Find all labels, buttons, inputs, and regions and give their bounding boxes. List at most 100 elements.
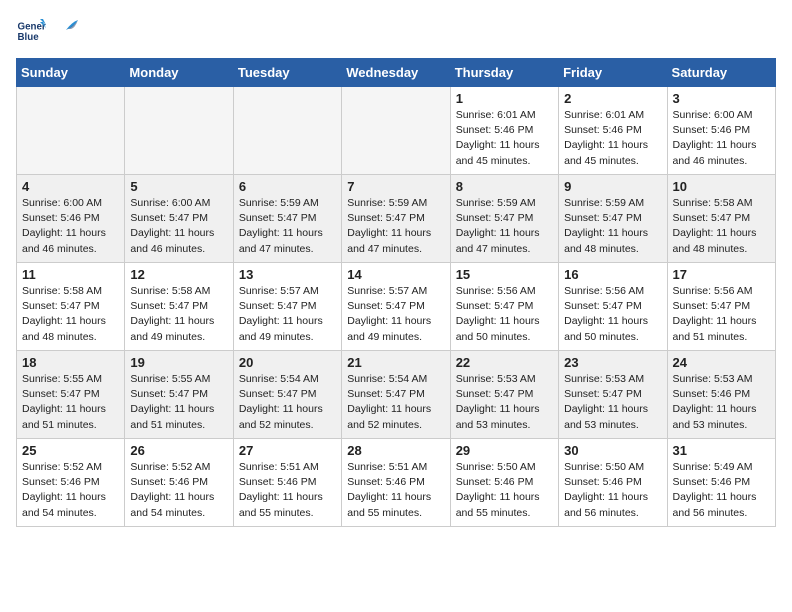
weekday-header-thursday: Thursday bbox=[450, 59, 558, 87]
day-number: 5 bbox=[130, 179, 227, 194]
day-number: 10 bbox=[673, 179, 770, 194]
day-info: Sunrise: 6:00 AM Sunset: 5:46 PM Dayligh… bbox=[673, 108, 770, 169]
week-row-5: 25 Sunrise: 5:52 AM Sunset: 5:46 PM Dayli… bbox=[17, 439, 776, 527]
week-row-2: 4 Sunrise: 6:00 AM Sunset: 5:46 PM Daylig… bbox=[17, 175, 776, 263]
calendar-cell: 6 Sunrise: 5:59 AM Sunset: 5:47 PM Daylig… bbox=[233, 175, 341, 263]
day-number: 6 bbox=[239, 179, 336, 194]
day-number: 9 bbox=[564, 179, 661, 194]
day-number: 31 bbox=[673, 443, 770, 458]
weekday-header-row: SundayMondayTuesdayWednesdayThursdayFrid… bbox=[17, 59, 776, 87]
week-row-1: 1 Sunrise: 6:01 AM Sunset: 5:46 PM Daylig… bbox=[17, 87, 776, 175]
calendar-cell: 15 Sunrise: 5:56 AM Sunset: 5:47 PM Dayli… bbox=[450, 263, 558, 351]
calendar-cell: 17 Sunrise: 5:56 AM Sunset: 5:47 PM Dayli… bbox=[667, 263, 775, 351]
day-number: 2 bbox=[564, 91, 661, 106]
calendar-cell: 4 Sunrise: 6:00 AM Sunset: 5:46 PM Daylig… bbox=[17, 175, 125, 263]
calendar-cell: 14 Sunrise: 5:57 AM Sunset: 5:47 PM Dayli… bbox=[342, 263, 450, 351]
day-info: Sunrise: 5:56 AM Sunset: 5:47 PM Dayligh… bbox=[456, 284, 553, 345]
day-info: Sunrise: 5:53 AM Sunset: 5:47 PM Dayligh… bbox=[456, 372, 553, 433]
calendar-cell: 23 Sunrise: 5:53 AM Sunset: 5:47 PM Dayli… bbox=[559, 351, 667, 439]
day-info: Sunrise: 5:53 AM Sunset: 5:46 PM Dayligh… bbox=[673, 372, 770, 433]
logo: General Blue bbox=[16, 16, 78, 46]
calendar-cell: 28Sunrise: 5:51 AM Sunset: 5:46 PM Dayli… bbox=[342, 439, 450, 527]
week-row-3: 11 Sunrise: 5:58 AM Sunset: 5:47 PM Dayli… bbox=[17, 263, 776, 351]
calendar-cell: 26 Sunrise: 5:52 AM Sunset: 5:46 PM Dayli… bbox=[125, 439, 233, 527]
day-number: 4 bbox=[22, 179, 119, 194]
calendar-cell: 25 Sunrise: 5:52 AM Sunset: 5:46 PM Dayli… bbox=[17, 439, 125, 527]
day-info: Sunrise: 5:56 AM Sunset: 5:47 PM Dayligh… bbox=[564, 284, 661, 345]
day-info: Sunrise: 5:50 AM Sunset: 5:46 PM Dayligh… bbox=[564, 460, 661, 521]
calendar-cell: 20 Sunrise: 5:54 AM Sunset: 5:47 PM Dayli… bbox=[233, 351, 341, 439]
day-info: Sunrise: 5:53 AM Sunset: 5:47 PM Dayligh… bbox=[564, 372, 661, 433]
day-info: Sunrise: 5:59 AM Sunset: 5:47 PM Dayligh… bbox=[239, 196, 336, 257]
calendar-cell: 29Sunrise: 5:50 AM Sunset: 5:46 PM Dayli… bbox=[450, 439, 558, 527]
day-number: 11 bbox=[22, 267, 119, 282]
day-number: 26 bbox=[130, 443, 227, 458]
svg-text:Blue: Blue bbox=[18, 32, 40, 43]
calendar-cell: 24Sunrise: 5:53 AM Sunset: 5:46 PM Dayli… bbox=[667, 351, 775, 439]
day-info: Sunrise: 5:58 AM Sunset: 5:47 PM Dayligh… bbox=[130, 284, 227, 345]
calendar-table: SundayMondayTuesdayWednesdayThursdayFrid… bbox=[16, 58, 776, 527]
calendar-cell: 5Sunrise: 6:00 AM Sunset: 5:47 PM Daylig… bbox=[125, 175, 233, 263]
day-info: Sunrise: 5:59 AM Sunset: 5:47 PM Dayligh… bbox=[347, 196, 444, 257]
day-info: Sunrise: 5:58 AM Sunset: 5:47 PM Dayligh… bbox=[22, 284, 119, 345]
day-info: Sunrise: 5:57 AM Sunset: 5:47 PM Dayligh… bbox=[239, 284, 336, 345]
weekday-header-monday: Monday bbox=[125, 59, 233, 87]
calendar-cell: 8Sunrise: 5:59 AM Sunset: 5:47 PM Daylig… bbox=[450, 175, 558, 263]
day-number: 3 bbox=[673, 91, 770, 106]
day-info: Sunrise: 5:56 AM Sunset: 5:47 PM Dayligh… bbox=[673, 284, 770, 345]
day-number: 1 bbox=[456, 91, 553, 106]
day-number: 25 bbox=[22, 443, 119, 458]
calendar-cell: 31Sunrise: 5:49 AM Sunset: 5:46 PM Dayli… bbox=[667, 439, 775, 527]
logo-icon: General Blue bbox=[16, 16, 46, 46]
day-info: Sunrise: 5:52 AM Sunset: 5:46 PM Dayligh… bbox=[130, 460, 227, 521]
day-number: 20 bbox=[239, 355, 336, 370]
calendar-cell: 13Sunrise: 5:57 AM Sunset: 5:47 PM Dayli… bbox=[233, 263, 341, 351]
day-number: 14 bbox=[347, 267, 444, 282]
calendar-cell bbox=[233, 87, 341, 175]
calendar-cell: 7 Sunrise: 5:59 AM Sunset: 5:47 PM Daylig… bbox=[342, 175, 450, 263]
day-number: 15 bbox=[456, 267, 553, 282]
day-number: 8 bbox=[456, 179, 553, 194]
day-number: 30 bbox=[564, 443, 661, 458]
day-info: Sunrise: 5:52 AM Sunset: 5:46 PM Dayligh… bbox=[22, 460, 119, 521]
day-number: 17 bbox=[673, 267, 770, 282]
day-number: 18 bbox=[22, 355, 119, 370]
day-number: 21 bbox=[347, 355, 444, 370]
day-info: Sunrise: 6:01 AM Sunset: 5:46 PM Dayligh… bbox=[564, 108, 661, 169]
week-row-4: 18 Sunrise: 5:55 AM Sunset: 5:47 PM Dayli… bbox=[17, 351, 776, 439]
day-number: 7 bbox=[347, 179, 444, 194]
day-number: 19 bbox=[130, 355, 227, 370]
weekday-header-saturday: Saturday bbox=[667, 59, 775, 87]
day-number: 16 bbox=[564, 267, 661, 282]
day-info: Sunrise: 5:58 AM Sunset: 5:47 PM Dayligh… bbox=[673, 196, 770, 257]
calendar-cell bbox=[342, 87, 450, 175]
weekday-header-sunday: Sunday bbox=[17, 59, 125, 87]
calendar-cell: 18 Sunrise: 5:55 AM Sunset: 5:47 PM Dayli… bbox=[17, 351, 125, 439]
calendar-cell: 3 Sunrise: 6:00 AM Sunset: 5:46 PM Daylig… bbox=[667, 87, 775, 175]
calendar-cell: 22Sunrise: 5:53 AM Sunset: 5:47 PM Dayli… bbox=[450, 351, 558, 439]
day-number: 23 bbox=[564, 355, 661, 370]
calendar-cell: 21 Sunrise: 5:54 AM Sunset: 5:47 PM Dayli… bbox=[342, 351, 450, 439]
calendar-cell: 11 Sunrise: 5:58 AM Sunset: 5:47 PM Dayli… bbox=[17, 263, 125, 351]
day-info: Sunrise: 5:51 AM Sunset: 5:46 PM Dayligh… bbox=[347, 460, 444, 521]
day-info: Sunrise: 5:57 AM Sunset: 5:47 PM Dayligh… bbox=[347, 284, 444, 345]
day-number: 12 bbox=[130, 267, 227, 282]
day-info: Sunrise: 6:00 AM Sunset: 5:46 PM Dayligh… bbox=[22, 196, 119, 257]
day-info: Sunrise: 5:54 AM Sunset: 5:47 PM Dayligh… bbox=[347, 372, 444, 433]
day-info: Sunrise: 5:54 AM Sunset: 5:47 PM Dayligh… bbox=[239, 372, 336, 433]
weekday-header-wednesday: Wednesday bbox=[342, 59, 450, 87]
calendar-cell: 30 Sunrise: 5:50 AM Sunset: 5:46 PM Dayli… bbox=[559, 439, 667, 527]
calendar-cell bbox=[125, 87, 233, 175]
calendar-cell: 16 Sunrise: 5:56 AM Sunset: 5:47 PM Dayli… bbox=[559, 263, 667, 351]
calendar-cell: 19Sunrise: 5:55 AM Sunset: 5:47 PM Dayli… bbox=[125, 351, 233, 439]
day-info: Sunrise: 5:50 AM Sunset: 5:46 PM Dayligh… bbox=[456, 460, 553, 521]
day-info: Sunrise: 5:55 AM Sunset: 5:47 PM Dayligh… bbox=[22, 372, 119, 433]
calendar-cell: 2 Sunrise: 6:01 AM Sunset: 5:46 PM Daylig… bbox=[559, 87, 667, 175]
calendar-cell: 12 Sunrise: 5:58 AM Sunset: 5:47 PM Dayli… bbox=[125, 263, 233, 351]
day-number: 27 bbox=[239, 443, 336, 458]
calendar-cell: 27Sunrise: 5:51 AM Sunset: 5:46 PM Dayli… bbox=[233, 439, 341, 527]
weekday-header-friday: Friday bbox=[559, 59, 667, 87]
weekday-header-tuesday: Tuesday bbox=[233, 59, 341, 87]
calendar-cell: 1Sunrise: 6:01 AM Sunset: 5:46 PM Daylig… bbox=[450, 87, 558, 175]
calendar-cell: 10 Sunrise: 5:58 AM Sunset: 5:47 PM Dayli… bbox=[667, 175, 775, 263]
